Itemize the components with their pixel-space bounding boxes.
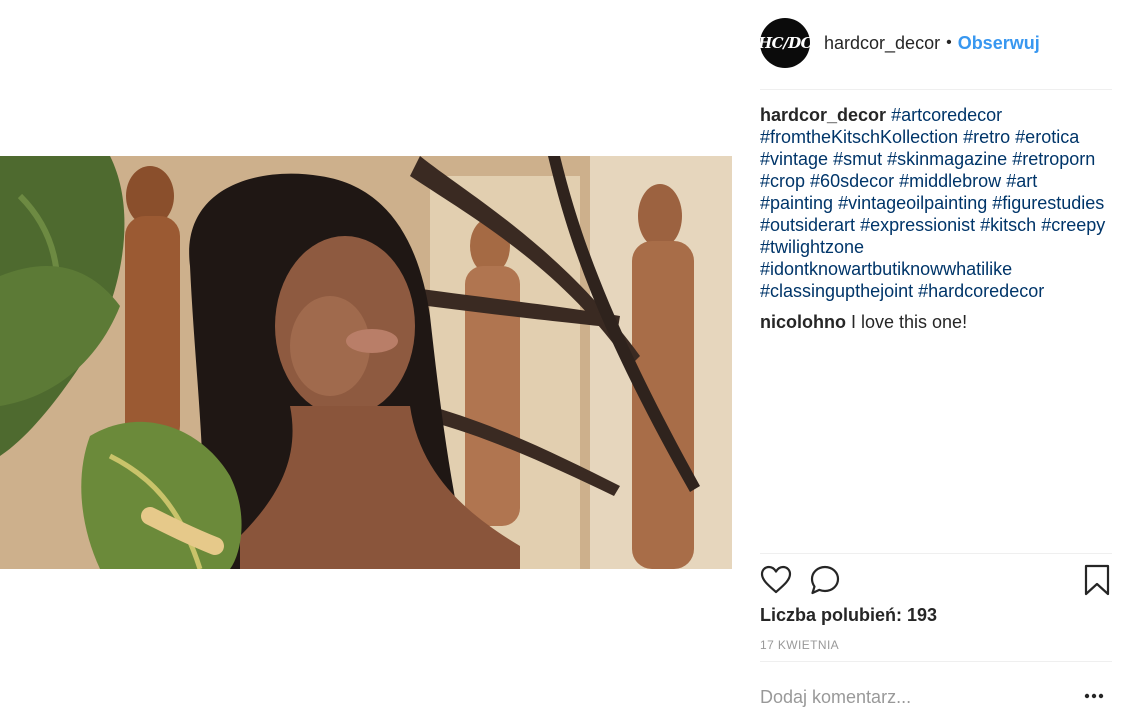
comment-bubble-icon[interactable] [809,564,841,601]
hashtag-link[interactable]: #vintageoilpainting [838,193,987,213]
hashtag-link[interactable]: #twilightzone [760,237,864,257]
header-username[interactable]: hardcor_decor [824,33,940,54]
comment-username[interactable]: nicolohno [760,312,846,332]
add-comment-input[interactable] [760,682,1070,712]
hashtag-link[interactable]: #60sdecor [810,171,894,191]
heart-icon[interactable] [760,564,792,601]
likes-count[interactable]: Liczba polubień: 193 [760,605,937,626]
avatar[interactable]: HC/DC [757,18,813,68]
comment-item: nicolohno I love this one! [760,311,1112,333]
hashtag-link[interactable]: #figurestudies [992,193,1104,213]
instagram-post-page: HC/DC hardcor_decor • Obserwuj hardcor_d… [0,0,1140,727]
hashtag-link[interactable]: #idontknowartbutiknowwhatilike [760,259,1012,279]
post-photo [0,156,732,569]
hashtag-link[interactable]: #hardcoredecor [918,281,1044,301]
hashtag-link[interactable]: #kitsch [980,215,1036,235]
post-caption: hardcor_decor #artcoredecor #fromtheKits… [760,104,1112,302]
avatar-logo-text: HC/DC [757,34,813,52]
header-separator: • [946,34,952,51]
hashtag-link[interactable]: #expressionist [860,215,975,235]
hashtag-link[interactable]: #crop [760,171,805,191]
hashtag-link[interactable]: #fromtheKitschKollection [760,127,958,147]
post-image[interactable] [0,156,732,569]
hashtag-link[interactable]: #painting [760,193,833,213]
post-header: HC/DC hardcor_decor • Obserwuj [757,18,1112,68]
hashtag-link[interactable]: #middlebrow [899,171,1001,191]
hashtag-link[interactable]: #art [1006,171,1037,191]
more-options-icon[interactable] [1084,686,1104,711]
hashtag-link[interactable]: #smut [833,149,882,169]
hashtag-link[interactable]: #vintage [760,149,828,169]
hashtag-link[interactable]: #outsiderart [760,215,855,235]
hashtag-link[interactable]: #artcoredecor [891,105,1002,125]
hashtag-link[interactable]: #erotica [1015,127,1079,147]
hashtag-link[interactable]: #retro [963,127,1010,147]
post-date[interactable]: 17 KWIETNIA [760,638,839,652]
post-actions [760,564,1112,598]
header-divider [760,89,1112,90]
post-side-panel: HC/DC hardcor_decor • Obserwuj hardcor_d… [757,0,1112,727]
hashtag-link[interactable]: #skinmagazine [887,149,1007,169]
comment-text: I love this one! [851,312,968,332]
caption-tags: #artcoredecor #fromtheKitschKollection #… [760,105,1105,301]
follow-button[interactable]: Obserwuj [958,33,1040,54]
actions-divider [760,553,1112,554]
comment-input-divider [760,661,1112,662]
caption-username[interactable]: hardcor_decor [760,105,886,125]
hashtag-link[interactable]: #creepy [1041,215,1105,235]
bookmark-icon[interactable] [1084,564,1110,601]
hashtag-link[interactable]: #classingupthejoint [760,281,913,301]
hashtag-link[interactable]: #retroporn [1012,149,1095,169]
